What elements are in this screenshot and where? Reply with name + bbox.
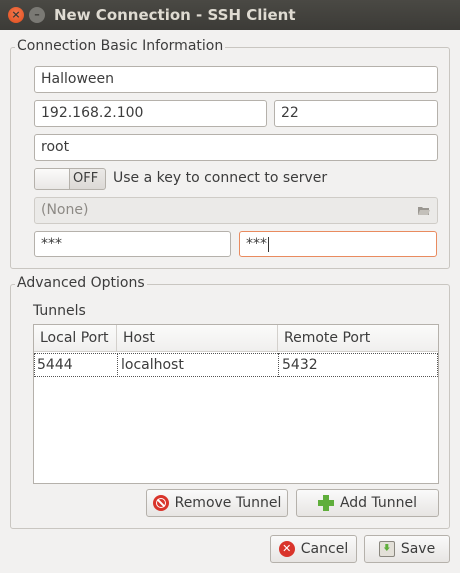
- cancel-label: Cancel: [300, 541, 349, 557]
- minimize-window-button[interactable]: –: [29, 7, 45, 23]
- remove-icon: [152, 495, 169, 511]
- port-field[interactable]: 22: [274, 100, 438, 127]
- window-title: New Connection - SSH Client: [54, 6, 296, 24]
- password-confirm-value: ***: [246, 236, 267, 252]
- toggle-state: OFF: [73, 171, 99, 186]
- host-field[interactable]: 192.168.2.100: [34, 100, 267, 127]
- column-header-remote-port[interactable]: Remote Port: [278, 325, 438, 352]
- cell-local-port[interactable]: 5444: [34, 353, 117, 377]
- save-label: Save: [400, 541, 436, 557]
- title-bar: × – New Connection - SSH Client: [0, 0, 460, 30]
- add-icon: [317, 495, 334, 511]
- save-button[interactable]: Save: [364, 535, 450, 563]
- cell-remote-port[interactable]: 5432: [278, 353, 438, 377]
- column-header-local-port[interactable]: Local Port: [34, 325, 117, 352]
- advanced-options-title: Advanced Options: [15, 275, 147, 291]
- password-field[interactable]: ***: [34, 231, 231, 257]
- tunnels-table[interactable]: Local Port Host Remote Port 5444 localho…: [33, 324, 439, 484]
- key-file-chooser: (None): [34, 197, 438, 224]
- text-cursor: [268, 236, 269, 252]
- remove-tunnel-label: Remove Tunnel: [174, 495, 282, 511]
- cell-host[interactable]: localhost: [117, 353, 278, 377]
- connection-name-field[interactable]: Halloween: [34, 66, 438, 93]
- toggle-knob: [35, 169, 70, 189]
- cancel-button[interactable]: ✕ Cancel: [270, 535, 357, 563]
- use-key-toggle[interactable]: OFF: [34, 168, 106, 190]
- key-file-value: (None): [41, 202, 89, 218]
- folder-open-icon: [418, 207, 430, 215]
- basic-info-title: Connection Basic Information: [15, 38, 226, 54]
- remove-tunnel-button[interactable]: Remove Tunnel: [146, 489, 288, 517]
- tunnels-label: Tunnels: [33, 303, 86, 319]
- add-tunnel-label: Add Tunnel: [339, 495, 418, 511]
- close-window-button[interactable]: ×: [8, 7, 24, 23]
- use-key-label: Use a key to connect to server: [113, 170, 328, 186]
- column-header-host[interactable]: Host: [117, 325, 278, 352]
- add-tunnel-button[interactable]: Add Tunnel: [296, 489, 439, 517]
- cancel-icon: ✕: [278, 541, 295, 557]
- save-icon: [378, 541, 395, 557]
- username-field[interactable]: root: [34, 134, 438, 161]
- password-confirm-field[interactable]: ***: [239, 231, 437, 257]
